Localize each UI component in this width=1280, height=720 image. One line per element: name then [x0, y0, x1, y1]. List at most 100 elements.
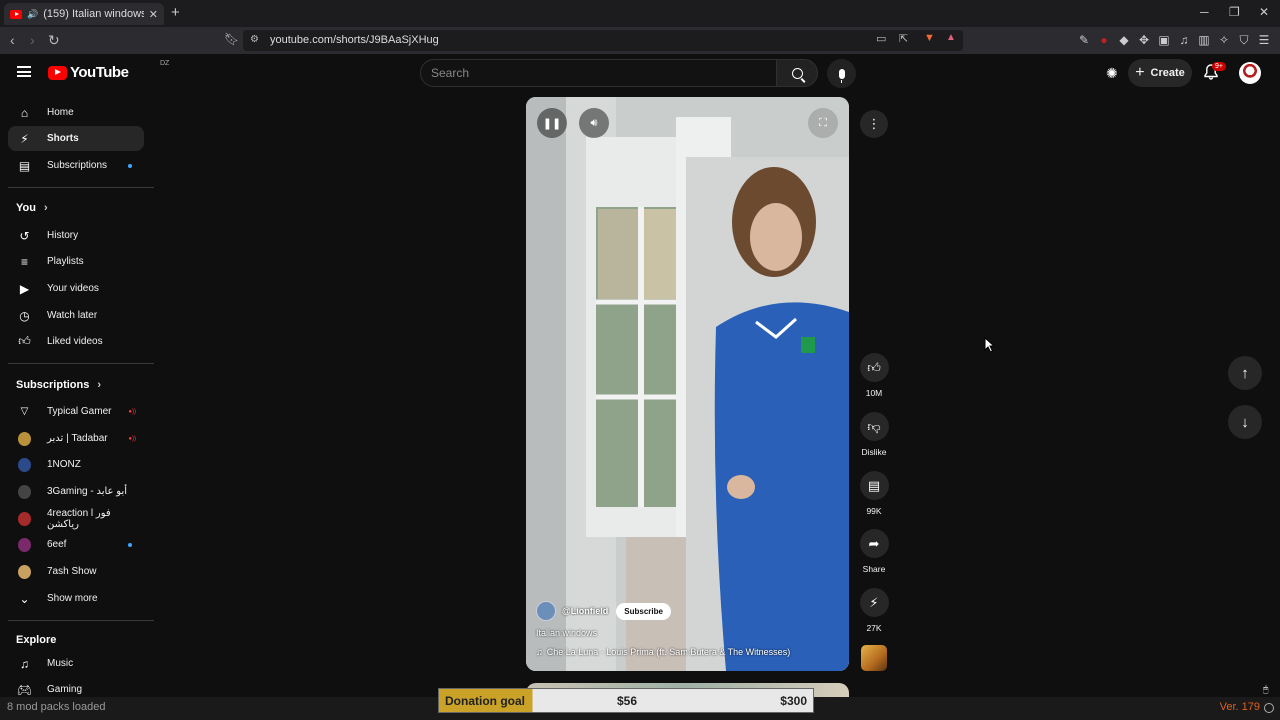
puzzle-icon[interactable]: ✥: [1138, 33, 1150, 48]
account-avatar[interactable]: [1239, 62, 1261, 84]
previous-short-button[interactable]: ↑: [1228, 356, 1262, 390]
sidebar-sub-typical-gamer[interactable]: ▽ Typical Gamer ●)): [8, 399, 144, 424]
sidebar-sub-6eef[interactable]: 6eef: [8, 532, 144, 557]
sidebar-item-history[interactable]: ↺ History: [8, 223, 144, 248]
sidebar-item-label: 6eef: [47, 539, 67, 550]
explore-header: Explore: [16, 634, 56, 646]
chevron-right-icon: ›: [43, 202, 48, 214]
forward-icon[interactable]: ›: [30, 32, 35, 48]
channel-avatar[interactable]: [536, 601, 556, 621]
guide-menu-icon[interactable]: [17, 66, 31, 77]
cast-icon[interactable]: ▭: [876, 32, 886, 45]
video-title[interactable]: Italian windows: [536, 628, 836, 638]
site-info-icon[interactable]: ⚙: [250, 34, 259, 45]
home-icon: ⌂: [20, 105, 29, 120]
sidebar-item-label: Gaming: [47, 684, 83, 695]
thumbs-down-icon: 👎︎: [867, 418, 881, 434]
country-code: DZ: [160, 60, 170, 67]
like-action[interactable]: 👍︎ 10M: [858, 353, 890, 398]
like-count: 10M: [865, 388, 883, 398]
pen-icon[interactable]: ✎: [1078, 33, 1090, 48]
shield-ext-icon[interactable]: ◆: [1118, 33, 1130, 48]
sidebar-item-shorts[interactable]: ⚡ Shorts: [8, 126, 144, 151]
remix-action[interactable]: ⚡ 27K: [858, 588, 890, 633]
music-track: Che La Luna · Louis Prima (ft. Sam Buter…: [546, 647, 791, 657]
menu-icon[interactable]: ☰: [1258, 33, 1270, 48]
channel-avatar: [18, 564, 31, 579]
maximize-button[interactable]: ❐: [1229, 5, 1240, 19]
leo-icon[interactable]: ✧: [1218, 33, 1230, 48]
shorts-video-player[interactable]: ❚❚ 🔊︎ ⛶ @Lionfield Subscribe Italian win…: [526, 97, 849, 671]
dislike-button[interactable]: 👎︎: [859, 412, 889, 441]
sidebar-item-watch-later[interactable]: ◷ Watch later: [8, 303, 144, 328]
sidebar-item-liked-videos[interactable]: 👍︎ Liked videos: [8, 329, 144, 354]
rewards-icon[interactable]: ▲: [946, 32, 956, 43]
shorts-studio-icon[interactable]: ✺: [1106, 65, 1118, 82]
new-tab-button[interactable]: +: [171, 4, 180, 21]
like-button[interactable]: 👍︎: [859, 353, 889, 382]
sidebar-sub-3gaming[interactable]: 3Gaming - أبو عابد: [8, 479, 144, 504]
you-header[interactable]: You ›: [16, 202, 48, 214]
dislike-action[interactable]: 👎︎ Dislike: [858, 412, 890, 457]
browser-toolbar: ‹ › ↻ 🔖︎ ⚙ youtube.com/shorts/J9BAaSjXHu…: [0, 27, 1280, 54]
mute-button[interactable]: 🔊︎: [579, 108, 609, 138]
search-input[interactable]: [421, 60, 751, 86]
tab-close-icon[interactable]: ✕: [149, 8, 158, 21]
sidebar-item-label: History: [47, 230, 79, 241]
vpn-icon[interactable]: ⛉: [1238, 33, 1250, 48]
plus-icon: +: [1135, 64, 1145, 81]
ublock-icon[interactable]: ●: [1098, 33, 1110, 48]
music-row[interactable]: ♫ Che La Luna · Louis Prima (ft. Sam But…: [536, 647, 836, 657]
subscriptions-icon: ▤: [18, 158, 31, 173]
window-icon[interactable]: ▣: [1158, 33, 1170, 48]
close-window-button[interactable]: ✕: [1259, 5, 1269, 19]
minimize-button[interactable]: ─: [1200, 5, 1209, 19]
sidebar-item-label: 4reaction l فور رياكشن: [47, 507, 111, 530]
video-frame: [526, 97, 849, 671]
reload-icon[interactable]: ↻: [48, 32, 60, 49]
sidebar-item-label: Home: [47, 107, 74, 118]
sidebar-item-your-videos[interactable]: ▶ Your videos: [8, 276, 144, 301]
sidebar-sub-7ash-show[interactable]: 7ash Show: [8, 559, 144, 584]
create-button[interactable]: + Create: [1128, 59, 1192, 87]
comments-button[interactable]: ▤: [859, 471, 889, 500]
brave-shield-icon[interactable]: ▼: [924, 32, 935, 44]
subscriptions-header[interactable]: Subscriptions ›: [16, 379, 101, 391]
youtube-logo[interactable]: YouTube DZ: [48, 60, 169, 81]
channel-name[interactable]: @Lionfield: [562, 606, 608, 616]
search-button[interactable]: [776, 59, 818, 87]
speaker-icon[interactable]: 🔊: [27, 9, 38, 20]
browser-tab[interactable]: 🔊 (159) Italian windows - YouTube ✕: [4, 3, 164, 25]
remix-button[interactable]: ⚡: [859, 588, 889, 617]
sidebar-item-label: Typical Gamer: [47, 406, 112, 417]
share-action[interactable]: ➦ Share: [858, 529, 890, 574]
next-short-button[interactable]: ↓: [1228, 405, 1262, 439]
sidebar-toggle-icon[interactable]: ▥: [1198, 33, 1210, 48]
share-button[interactable]: ➦: [859, 529, 889, 558]
pause-button[interactable]: ❚❚: [537, 108, 567, 138]
explore-header-label: Explore: [16, 634, 57, 646]
comment-count: 99K: [866, 506, 882, 516]
share-page-icon[interactable]: ⇱: [899, 32, 908, 45]
sidebar-item-music[interactable]: ♫ Music: [8, 651, 144, 676]
bookmark-icon[interactable]: 🔖︎: [224, 32, 239, 46]
sidebar-item-home[interactable]: ⌂ Home: [8, 100, 144, 125]
url-text[interactable]: youtube.com/shorts/J9BAaSjXHug: [270, 34, 439, 46]
back-icon[interactable]: ‹: [10, 32, 15, 48]
fullscreen-button[interactable]: ⛶: [808, 108, 838, 138]
subscribe-button[interactable]: Subscribe: [616, 602, 671, 620]
sidebar-sub-4reaction[interactable]: 4reaction l فور رياكشن: [8, 506, 144, 531]
sound-thumbnail[interactable]: [861, 645, 887, 671]
sidebar-sub-1nonz[interactable]: 1NONZ: [8, 452, 144, 477]
fullscreen-icon: ⛶: [819, 116, 827, 129]
sidebar-item-playlists[interactable]: ≡ Playlists: [8, 249, 144, 274]
sidebar-show-more[interactable]: ⌄ Show more: [8, 586, 144, 611]
comments-action[interactable]: ▤ 99K: [858, 471, 890, 516]
your-videos-icon: ▶: [19, 281, 30, 296]
music-ext-icon[interactable]: ♫: [1178, 33, 1190, 48]
sidebar-item-subscriptions[interactable]: ▤ Subscriptions: [8, 153, 144, 178]
chevron-right-icon: ›: [97, 379, 102, 391]
voice-search-button[interactable]: [827, 59, 856, 88]
more-options-button[interactable]: ⋮: [860, 110, 888, 138]
sidebar-sub-tadabar[interactable]: تدبر | Tadabar ●)): [8, 426, 144, 451]
